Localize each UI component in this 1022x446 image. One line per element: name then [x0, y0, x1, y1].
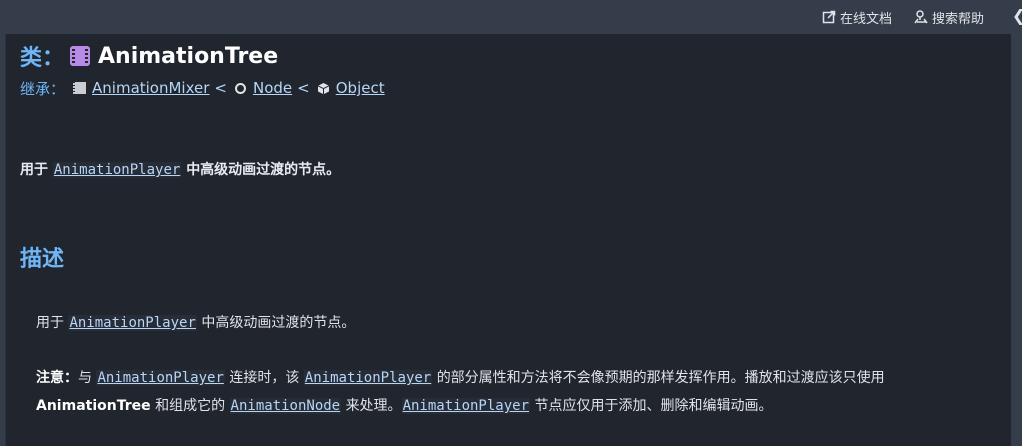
desc-text: 用于 — [36, 315, 64, 331]
top-toolbar: 在线文档 搜索帮助 ❮ — [0, 0, 1022, 34]
collapse-panel-button[interactable]: ❮ — [1012, 6, 1022, 26]
online-docs-button[interactable]: 在线文档 — [822, 7, 892, 27]
search-help-label: 搜索帮助 — [932, 11, 985, 27]
external-link-icon — [822, 10, 836, 24]
link-object[interactable]: Object — [336, 79, 385, 97]
inherits-line: 继承： AnimationMixer < Node < Object — [20, 78, 385, 98]
scrollbar[interactable] — [1010, 34, 1022, 446]
class-prefix-label: 类： — [20, 46, 65, 71]
link-animation-player[interactable]: AnimationPlayer — [52, 162, 182, 178]
brief-text: 中高级动画过渡的节点。 — [186, 162, 341, 178]
object-icon — [317, 82, 329, 94]
note-paragraph: 注意：与 AnimationPlayer 连接时，该 AnimationPlay… — [36, 364, 996, 420]
note-label: 注意： — [36, 370, 78, 386]
class-title: 类： AnimationTree — [20, 42, 279, 72]
desc-text: 中高级动画过渡的节点。 — [201, 315, 356, 331]
description-paragraph: 用于 AnimationPlayer 中高级动画过渡的节点。 — [36, 312, 355, 332]
link-node[interactable]: Node — [253, 79, 292, 97]
description-heading: 描述 — [20, 247, 65, 272]
inherit-separator: < — [214, 79, 227, 97]
inherit-separator: < — [297, 79, 310, 97]
note-text: 连接时，该 — [229, 370, 300, 386]
link-animation-node[interactable]: AnimationNode — [229, 398, 342, 414]
note-text: 来处理。 — [345, 398, 402, 414]
link-animation-player[interactable]: AnimationPlayer — [401, 398, 530, 414]
link-animation-player[interactable]: AnimationPlayer — [96, 370, 225, 386]
link-animation-player[interactable]: AnimationPlayer — [68, 315, 197, 331]
note-text: 节点应仅用于添加、删除和编辑动画。 — [534, 398, 773, 414]
search-help-button[interactable]: 搜索帮助 — [914, 7, 984, 27]
node-icon — [235, 82, 246, 94]
class-name: AnimationTree — [98, 43, 279, 69]
class-name-bold: AnimationTree — [36, 398, 151, 414]
online-docs-label: 在线文档 — [840, 11, 893, 27]
note-text: 与 — [78, 370, 92, 386]
help-content-panel: 类： AnimationTree 继承： AnimationMixer < No… — [5, 34, 1011, 446]
animation-tree-icon — [70, 46, 91, 66]
link-animation-mixer[interactable]: AnimationMixer — [92, 79, 209, 97]
inherits-label: 继承： — [20, 79, 66, 98]
note-text: 的部分属性和方法将不会像预期的那样发挥作用。播放和过渡应该只使用 — [436, 370, 885, 386]
help-search-icon — [914, 10, 928, 24]
link-animation-player[interactable]: AnimationPlayer — [303, 370, 433, 386]
brief-description: 用于 AnimationPlayer 中高级动画过渡的节点。 — [20, 159, 340, 179]
brief-text: 用于 — [20, 162, 48, 178]
animation-mixer-icon — [73, 82, 87, 94]
note-text: 和组成它的 — [155, 398, 226, 414]
